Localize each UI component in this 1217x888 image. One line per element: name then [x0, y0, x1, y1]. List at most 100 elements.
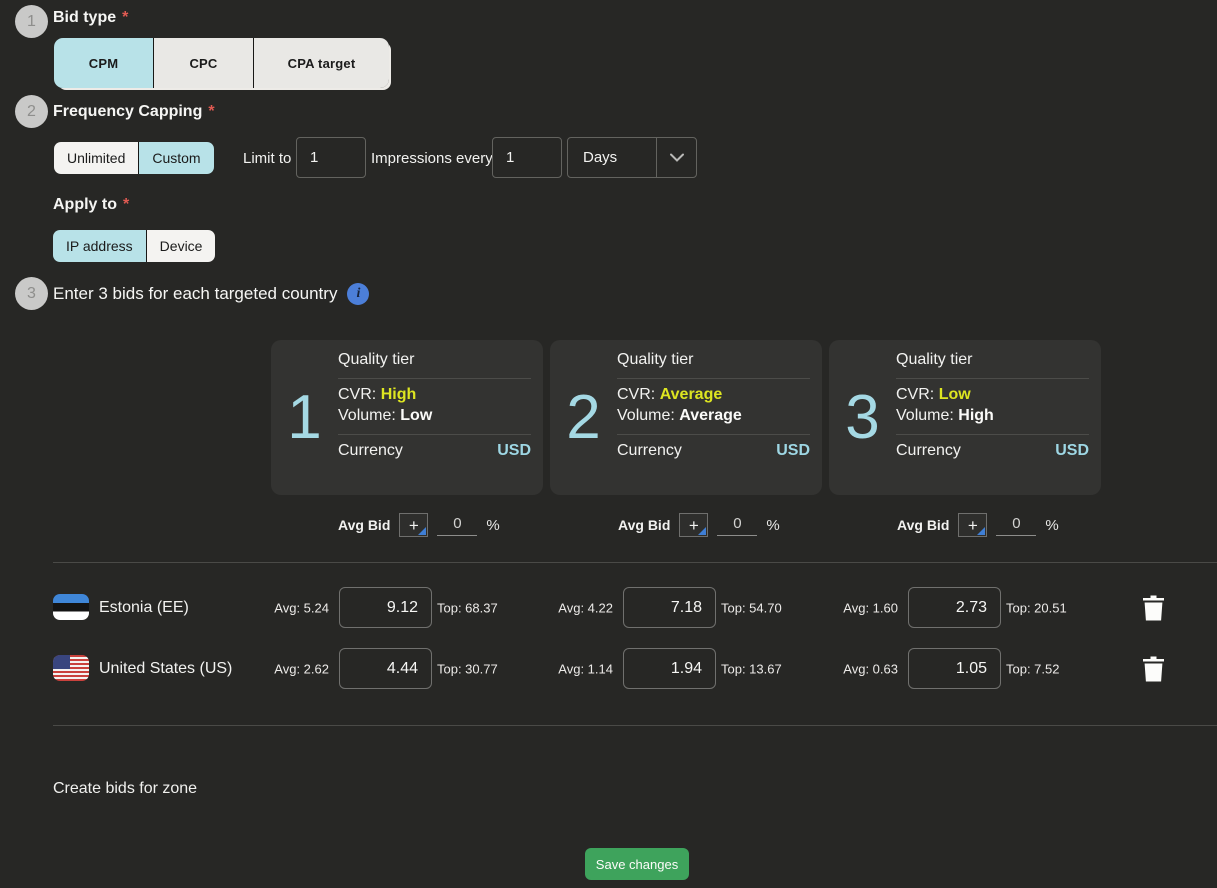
tab-cpm[interactable]: CPM: [54, 38, 153, 88]
divider: [53, 562, 1217, 563]
bid-type-title: Bid type *: [53, 9, 128, 27]
tier-number: 1: [271, 340, 338, 495]
percent-sign: %: [486, 517, 499, 534]
tier-number: 2: [550, 340, 617, 495]
currency-value: USD: [497, 442, 531, 460]
bid-input-tier2[interactable]: [623, 648, 716, 689]
delete-country-button[interactable]: [1143, 656, 1164, 681]
quality-tier-card-2: 2 Quality tier CVR: Average Volume: Aver…: [550, 340, 822, 495]
tier-number: 3: [829, 340, 896, 495]
country-name: Estonia (EE): [99, 599, 189, 617]
step-2-badge: 2: [15, 95, 48, 128]
currency-row: Currency USD: [896, 442, 1089, 460]
avg-bid-percent-input[interactable]: [996, 515, 1036, 536]
limit-to-label: Limit to: [243, 150, 291, 167]
divider: [53, 725, 1217, 726]
volume-line: Volume: High: [896, 407, 1089, 425]
cvr-line: CVR: High: [338, 386, 531, 404]
quality-tier-label: Quality tier: [338, 351, 531, 369]
cvr-line: CVR: Low: [896, 386, 1089, 404]
bid-input-tier3[interactable]: [908, 587, 1001, 628]
bid-input-tier3[interactable]: [908, 648, 1001, 689]
frequency-mode-toggle: Unlimited Custom: [54, 142, 214, 174]
avg-bid-adjuster-2: Avg Bid + %: [618, 510, 780, 540]
step-1-badge: 1: [15, 5, 48, 38]
chevron-down-icon[interactable]: [656, 138, 696, 177]
top-stat: Top: 68.37: [437, 600, 498, 615]
cvr-line: CVR: Average: [617, 386, 810, 404]
volume-value: Low: [400, 407, 432, 424]
divider: [338, 378, 531, 379]
country-name: United States (US): [99, 660, 232, 678]
plus-button[interactable]: +: [399, 513, 428, 537]
volume-value: High: [958, 407, 994, 424]
cvr-value: Average: [660, 386, 723, 403]
required-asterisk: *: [123, 196, 129, 214]
avg-bid-label: Avg Bid: [338, 517, 390, 533]
avg-bid-percent-input[interactable]: [717, 515, 757, 536]
save-changes-button[interactable]: Save changes: [585, 848, 689, 880]
percent-sign: %: [1045, 517, 1058, 534]
limit-to-input[interactable]: [296, 137, 366, 178]
delete-country-button[interactable]: [1143, 595, 1164, 620]
volume-value: Average: [679, 407, 742, 424]
apply-to-title-text: Apply to: [53, 196, 117, 214]
frequency-capping-title: Frequency Capping *: [53, 103, 215, 121]
avg-bid-adjuster-1: Avg Bid + %: [338, 510, 500, 540]
divider: [617, 378, 810, 379]
avg-bid-percent-input[interactable]: [437, 515, 477, 536]
divider: [617, 434, 810, 435]
currency-row: Currency USD: [617, 442, 810, 460]
avg-stat: Avg: 2.62: [235, 661, 329, 676]
divider: [896, 434, 1089, 435]
impressions-every-label: Impressions every: [371, 150, 493, 167]
avg-bid-label: Avg Bid: [897, 517, 949, 533]
table-row-united-states: United States (US) Avg: 2.62 Top: 30.77 …: [0, 638, 1217, 699]
bid-settings-page: 1 Bid type * CPM CPC CPA target 2 Freque…: [0, 0, 1217, 888]
avg-bid-label: Avg Bid: [618, 517, 670, 533]
divider: [338, 434, 531, 435]
avg-bid-adjuster-3: Avg Bid + %: [897, 510, 1059, 540]
avg-stat: Avg: 5.24: [235, 600, 329, 615]
toggle-custom[interactable]: Custom: [139, 142, 213, 174]
bid-input-tier1[interactable]: [339, 587, 432, 628]
currency-row: Currency USD: [338, 442, 531, 460]
toggle-device[interactable]: Device: [147, 230, 216, 262]
bid-input-tier1[interactable]: [339, 648, 432, 689]
tab-cpa-target[interactable]: CPA target: [254, 38, 389, 88]
required-asterisk: *: [208, 103, 214, 121]
currency-value: USD: [776, 442, 810, 460]
top-stat: Top: 54.70: [721, 600, 782, 615]
bid-input-tier2[interactable]: [623, 587, 716, 628]
tab-cpc[interactable]: CPC: [154, 38, 253, 88]
quality-tier-card-3: 3 Quality tier CVR: Low Volume: High Cur…: [829, 340, 1101, 495]
quality-tier-label: Quality tier: [896, 351, 1089, 369]
currency-label: Currency: [338, 442, 403, 460]
period-select[interactable]: Days: [567, 137, 697, 178]
toggle-ip-address[interactable]: IP address: [53, 230, 146, 262]
required-asterisk: *: [122, 9, 128, 27]
plus-button[interactable]: +: [958, 513, 987, 537]
trash-icon: [1143, 656, 1164, 681]
toggle-unlimited[interactable]: Unlimited: [54, 142, 138, 174]
apply-to-toggle: IP address Device: [53, 230, 215, 262]
plus-button[interactable]: +: [679, 513, 708, 537]
impressions-every-input[interactable]: [492, 137, 562, 178]
quality-tier-label: Quality tier: [617, 351, 810, 369]
volume-line: Volume: Low: [338, 407, 531, 425]
divider: [896, 378, 1089, 379]
frequency-capping-title-text: Frequency Capping: [53, 103, 202, 121]
avg-stat: Avg: 1.14: [519, 661, 613, 676]
apply-to-title: Apply to *: [53, 196, 129, 214]
currency-value: USD: [1055, 442, 1089, 460]
create-bids-for-zone-link[interactable]: Create bids for zone: [53, 780, 197, 798]
info-icon[interactable]: i: [347, 283, 369, 305]
top-stat: Top: 7.52: [1006, 661, 1060, 676]
volume-line: Volume: Average: [617, 407, 810, 425]
currency-label: Currency: [617, 442, 682, 460]
cvr-value: Low: [939, 386, 971, 403]
table-row-estonia: Estonia (EE) Avg: 5.24 Top: 68.37 Avg: 4…: [0, 577, 1217, 638]
us-flag-icon: [53, 655, 89, 681]
step-3-badge: 3: [15, 277, 48, 310]
bids-section-title: Enter 3 bids for each targeted country i: [53, 283, 369, 305]
